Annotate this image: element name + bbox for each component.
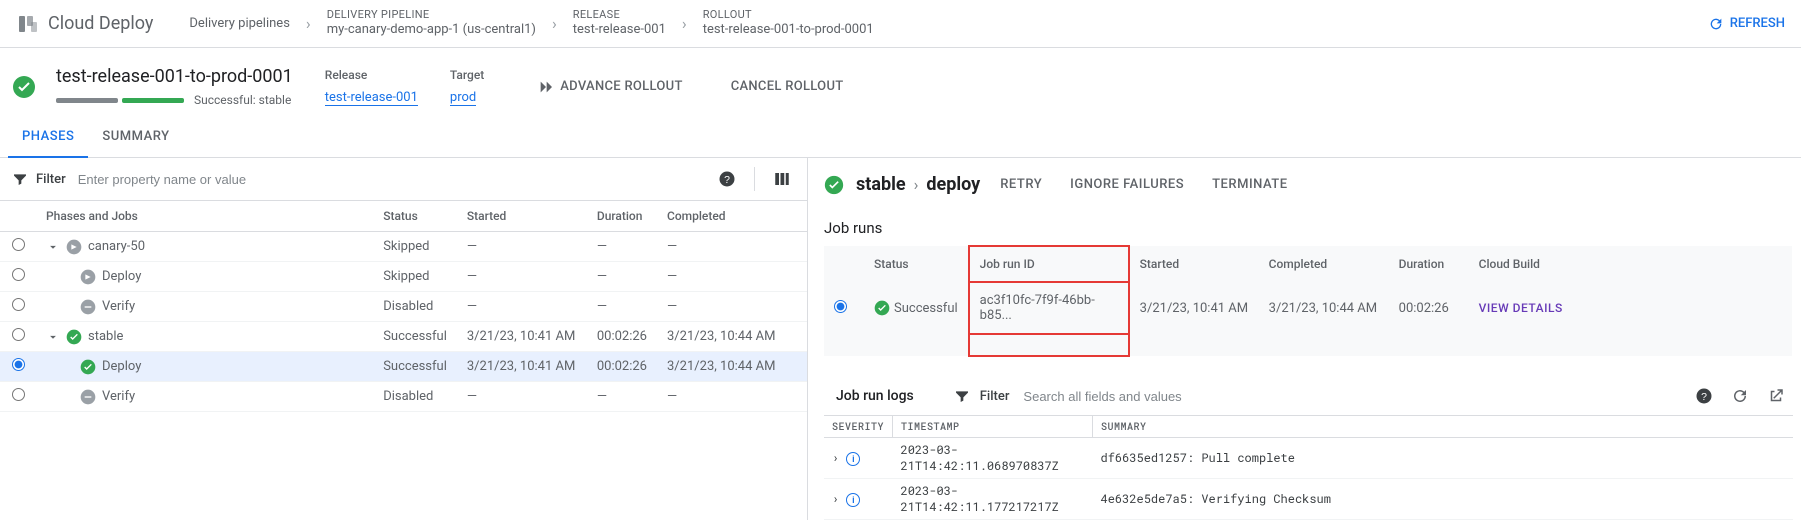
col-status: Status — [373, 201, 457, 232]
view-details-link[interactable]: VIEW DETAILS — [1479, 301, 1563, 315]
success-check-icon — [12, 75, 36, 99]
table-row[interactable]: › i 2023-03-21T14:42:11.177217217Z 4e632… — [824, 479, 1793, 520]
svg-text:?: ? — [1701, 391, 1707, 403]
open-external-icon[interactable] — [1763, 383, 1789, 409]
table-row[interactable]: Verify Disabled — — — — [0, 292, 807, 322]
table-row[interactable]: canary-50 Skipped — — — — [0, 232, 807, 262]
advance-rollout-button[interactable]: ADVANCE ROLLOUT — [524, 79, 696, 95]
cancel-rollout-button[interactable]: CANCEL ROLLOUT — [717, 79, 858, 94]
disabled-icon — [80, 389, 96, 405]
skipped-icon — [66, 239, 82, 255]
phases-panel: Filter ? Phases and Jobs Status Started … — [0, 158, 808, 520]
help-icon[interactable]: ? — [714, 166, 740, 192]
col-phases: Phases and Jobs — [36, 201, 373, 232]
chevron-down-icon[interactable] — [46, 330, 60, 344]
breadcrumb-root[interactable]: Delivery pipelines — [177, 16, 302, 31]
row-radio[interactable] — [12, 298, 25, 311]
logs-header: Job run logs Filter ? — [824, 377, 1793, 415]
col-started: Started — [457, 201, 587, 232]
retry-button[interactable]: RETRY — [992, 177, 1050, 192]
disabled-icon — [80, 299, 96, 315]
filter-bar: Filter ? — [0, 158, 807, 200]
success-icon — [80, 359, 96, 375]
terminate-button[interactable]: TERMINATE — [1204, 177, 1295, 192]
chevron-right-icon: › — [682, 14, 687, 33]
breadcrumbs: Delivery pipelines › DELIVERY PIPELINE m… — [177, 8, 1699, 39]
filter-input[interactable] — [74, 168, 706, 191]
filter-icon — [954, 388, 970, 404]
progress-bar — [56, 98, 184, 103]
row-radio[interactable] — [12, 238, 25, 251]
breadcrumb-release[interactable]: RELEASE test-release-001 — [561, 8, 678, 39]
row-radio[interactable] — [12, 388, 25, 401]
job-runs-title: Job runs — [824, 219, 1793, 237]
success-check-icon — [824, 175, 844, 195]
refresh-button[interactable]: REFRESH — [1700, 16, 1793, 32]
help-icon[interactable]: ? — [1691, 383, 1717, 409]
cloud-deploy-logo-icon — [16, 12, 40, 36]
breadcrumb-pipeline[interactable]: DELIVERY PIPELINE my-canary-demo-app-1 (… — [315, 8, 548, 39]
job-runs-table: Status Job run ID Started Completed Dura… — [824, 245, 1793, 357]
chevron-right-icon: › — [552, 14, 557, 33]
chevron-right-icon: › — [306, 14, 311, 33]
phases-table: Phases and Jobs Status Started Duration … — [0, 200, 807, 412]
filter-icon — [12, 171, 28, 187]
top-bar: Cloud Deploy Delivery pipelines › DELIVE… — [0, 0, 1801, 48]
tabs: PHASES SUMMARY — [0, 117, 1801, 158]
ignore-failures-button[interactable]: IGNORE FAILURES — [1062, 177, 1192, 192]
target-link[interactable]: prod — [450, 90, 476, 106]
table-row[interactable]: stable Successful 3/21/23, 10:41 AM 00:0… — [0, 322, 807, 352]
chevron-down-icon[interactable] — [46, 240, 60, 254]
success-icon — [66, 329, 82, 345]
tab-phases[interactable]: PHASES — [8, 117, 88, 158]
chevron-right-icon: › — [914, 175, 919, 194]
skipped-icon — [80, 269, 96, 285]
col-completed: Completed — [657, 201, 807, 232]
table-row[interactable]: Deploy Skipped — — — — [0, 262, 807, 292]
status-text: Successful: stable — [194, 93, 291, 107]
product-name: Cloud Deploy — [48, 13, 153, 34]
col-duration: Duration — [587, 201, 657, 232]
log-table: SEVERITY TIMESTAMP SUMMARY › i 2023-03-2… — [824, 415, 1793, 520]
breadcrumb-rollout: ROLLOUT test-release-001-to-prod-0001 — [691, 8, 886, 39]
info-icon: i — [846, 493, 860, 507]
details-panel: stable › deploy RETRY IGNORE FAILURES TE… — [808, 158, 1801, 520]
release-title: test-release-001-to-prod-0001 — [56, 66, 293, 87]
chevron-right-icon[interactable]: › — [832, 450, 839, 466]
row-radio[interactable] — [834, 300, 847, 313]
row-radio[interactable] — [12, 328, 25, 341]
log-search-input[interactable] — [1019, 385, 1681, 408]
release-header: test-release-001-to-prod-0001 Successful… — [0, 48, 1801, 117]
refresh-logs-icon[interactable] — [1727, 383, 1753, 409]
table-row[interactable]: Verify Disabled — — — — [0, 382, 807, 412]
table-row[interactable]: › i 2023-03-21T14:42:11.068970837Z df663… — [824, 438, 1793, 479]
info-icon: i — [846, 452, 860, 466]
tab-summary[interactable]: SUMMARY — [88, 117, 183, 157]
release-title-block: test-release-001-to-prod-0001 Successful… — [56, 66, 293, 107]
job-run-logs-title: Job run logs — [836, 388, 914, 404]
row-radio[interactable] — [12, 358, 25, 371]
release-kv: Release test-release-001 — [325, 68, 418, 105]
success-icon — [874, 300, 890, 316]
svg-text:?: ? — [724, 174, 730, 186]
table-row[interactable]: Successful ac3f10fc-7f9f-46bb-b85... 3/2… — [824, 282, 1792, 334]
table-row[interactable]: Deploy Successful 3/21/23, 10:41 AM 00:0… — [0, 352, 807, 382]
column-selector-icon[interactable] — [769, 166, 795, 192]
target-kv: Target prod — [450, 68, 484, 105]
row-radio[interactable] — [12, 268, 25, 281]
chevron-right-icon[interactable]: › — [832, 491, 839, 507]
filter-label: Filter — [36, 172, 66, 187]
release-link[interactable]: test-release-001 — [325, 90, 418, 106]
panel-title: stable › deploy — [856, 174, 980, 195]
